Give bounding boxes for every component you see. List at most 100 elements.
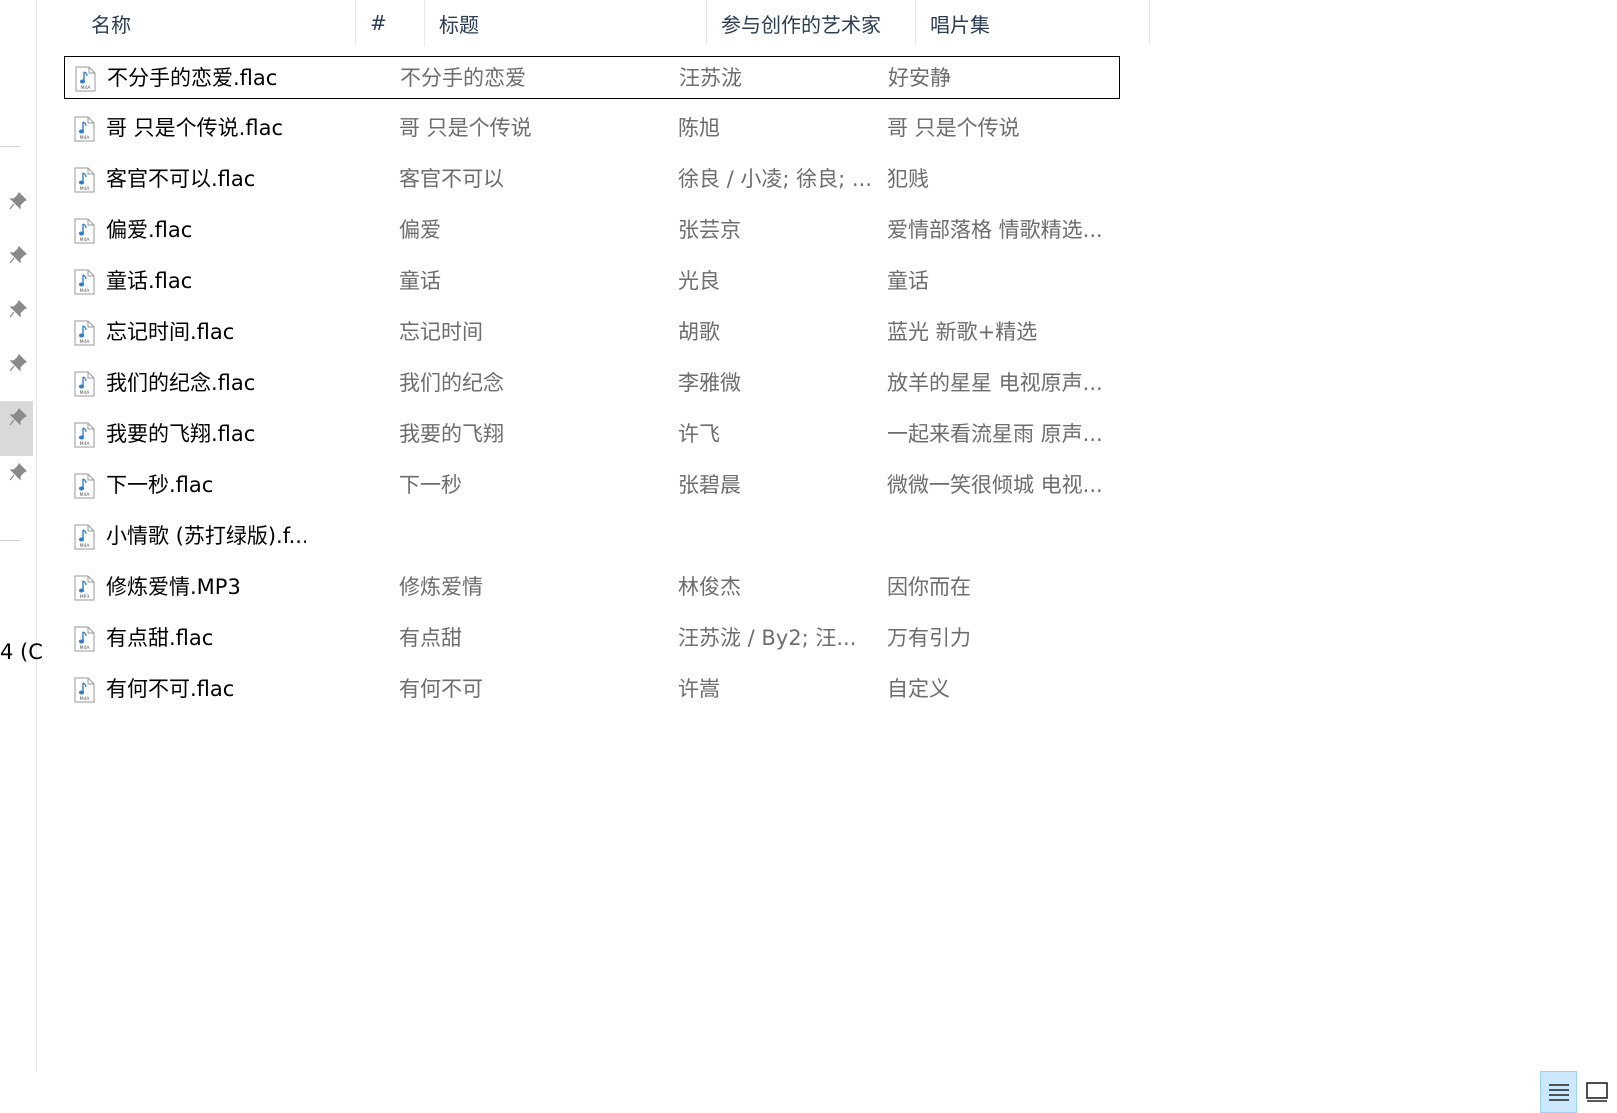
file-album: 蓝光 新歌+精选 (887, 320, 1038, 344)
svg-text:M4A: M4A (80, 492, 91, 498)
file-title (399, 515, 669, 558)
file-album: 因你而在 (887, 575, 971, 599)
file-title: 忘记时间 (399, 320, 483, 344)
file-explorer-window: 4 (C ^ 名称 # 标题 参与创作的艺术家 唱片集 M4A 不分手的恋爱.fl… (0, 0, 1617, 1113)
file-artist: 胡歌 (678, 320, 720, 344)
file-title: 有点甜 (399, 626, 462, 650)
file-name: 小情歌 (苏打绿版).f... (106, 524, 306, 548)
audio-file-icon: M4A (74, 473, 95, 499)
audio-file-icon: M4A (74, 167, 95, 193)
file-name: 客官不可以.flac (106, 167, 256, 191)
file-row[interactable]: M4A 我们的纪念.flac 我们的纪念 李雅微 放羊的星星 电视原声... (64, 362, 1120, 405)
file-title: 客官不可以 (399, 167, 504, 191)
nav-separator (0, 146, 20, 147)
file-name: 下一秒.flac (106, 473, 214, 497)
svg-text:M4A: M4A (80, 339, 91, 345)
file-album: 犯贱 (887, 167, 929, 191)
file-row[interactable]: M4A 偏爱.flac 偏爱 张芸京 爱情部落格 情歌精选... (64, 209, 1120, 252)
audio-file-icon: M4A (75, 66, 96, 92)
large-icons-view-button[interactable] (1578, 1071, 1615, 1113)
audio-file-icon: M4A (74, 524, 95, 550)
file-row[interactable]: M4A 客官不可以.flac 客官不可以 徐良 / 小凌; 徐良; ... 犯贱 (64, 158, 1120, 201)
file-row[interactable]: M4A 童话.flac 童话 光良 童话 (64, 260, 1120, 303)
file-name: 童话.flac (106, 269, 193, 293)
file-album (887, 515, 1117, 558)
column-header-bar: ^ 名称 # 标题 参与创作的艺术家 唱片集 (37, 0, 1150, 46)
file-row[interactable]: M4A 不分手的恋爱.flac 不分手的恋爱 汪苏泷 好安静 (64, 56, 1120, 99)
file-row[interactable]: M4A 哥 只是个传说.flac 哥 只是个传说 陈旭 哥 只是个传说 (64, 107, 1120, 150)
file-title: 我要的飞翔 (399, 422, 504, 446)
file-title: 偏爱 (399, 218, 441, 242)
file-artist: 李雅微 (678, 371, 741, 395)
file-name: 有点甜.flac (106, 626, 214, 650)
details-view-button[interactable] (1540, 1071, 1577, 1113)
column-header-name[interactable]: 名称 (77, 0, 356, 46)
audio-file-icon: M4A (74, 269, 95, 295)
file-album: 童话 (887, 269, 929, 293)
file-row[interactable]: M4A 小情歌 (苏打绿版).f... (64, 515, 1120, 558)
audio-file-icon: M4A (74, 371, 95, 397)
svg-text:M4A: M4A (80, 543, 91, 549)
column-header-title[interactable]: 标题 (425, 0, 707, 46)
audio-file-icon: MP3 (74, 575, 95, 601)
audio-file-icon: M4A (74, 320, 95, 346)
file-title: 不分手的恋爱 (400, 66, 526, 90)
svg-text:M4A: M4A (80, 441, 91, 447)
file-row[interactable]: M4A 有何不可.flac 有何不可 许嵩 自定义 (64, 668, 1120, 711)
file-album: 爱情部落格 情歌精选... (887, 218, 1103, 242)
file-artist: 汪苏泷 (679, 66, 742, 90)
file-name: 修炼爱情.MP3 (106, 575, 241, 599)
svg-text:M4A: M4A (80, 645, 91, 651)
file-name: 不分手的恋爱.flac (107, 66, 278, 90)
nav-separator (0, 540, 20, 541)
file-album: 微微一笑很倾城 电视... (887, 473, 1103, 497)
svg-text:M4A: M4A (80, 390, 91, 396)
column-header-track[interactable]: # (356, 0, 425, 46)
file-album: 放羊的星星 电视原声... (887, 371, 1103, 395)
file-title: 修炼爱情 (399, 575, 483, 599)
file-title: 我们的纪念 (399, 371, 504, 395)
file-artist: 张芸京 (678, 218, 741, 242)
file-name: 我们的纪念.flac (106, 371, 256, 395)
file-name: 我要的飞翔.flac (106, 422, 256, 446)
file-title: 哥 只是个传说 (399, 116, 532, 140)
file-title: 有何不可 (399, 677, 483, 701)
file-title: 童话 (399, 269, 441, 293)
pin-icon[interactable] (6, 243, 30, 267)
audio-file-icon: M4A (74, 677, 95, 703)
file-row[interactable]: M4A 忘记时间.flac 忘记时间 胡歌 蓝光 新歌+精选 (64, 311, 1120, 354)
pin-icon[interactable] (6, 297, 30, 321)
file-row[interactable]: M4A 有点甜.flac 有点甜 汪苏泷 / By2; 汪... 万有引力 (64, 617, 1120, 660)
file-name: 忘记时间.flac (106, 320, 235, 344)
pin-icon[interactable] (6, 460, 30, 484)
file-row[interactable]: MP3 修炼爱情.MP3 修炼爱情 林俊杰 因你而在 (64, 566, 1120, 609)
file-name: 偏爱.flac (106, 218, 193, 242)
audio-file-icon: M4A (74, 116, 95, 142)
svg-text:M4A: M4A (80, 186, 91, 192)
audio-file-icon: M4A (74, 218, 95, 244)
column-header-artists[interactable]: 参与创作的艺术家 (707, 0, 916, 46)
file-title: 下一秒 (399, 473, 462, 497)
pin-icon[interactable] (6, 405, 30, 429)
file-row[interactable]: M4A 我要的飞翔.flac 我要的飞翔 许飞 一起来看流星雨 原声... (64, 413, 1120, 456)
file-name: 有何不可.flac (106, 677, 235, 701)
pin-icon[interactable] (6, 351, 30, 375)
svg-text:MP3: MP3 (80, 594, 90, 600)
file-album: 好安静 (888, 66, 951, 90)
svg-text:M4A: M4A (80, 237, 91, 243)
details-view-icon (1548, 1084, 1569, 1101)
file-artist (678, 515, 878, 558)
svg-text:M4A: M4A (80, 135, 91, 141)
navigation-pane[interactable]: 4 (C (0, 0, 43, 1072)
pin-icon[interactable] (6, 189, 30, 213)
file-row[interactable]: M4A 下一秒.flac 下一秒 张碧晨 微微一笑很倾城 电视... (64, 464, 1120, 507)
file-artist: 张碧晨 (678, 473, 741, 497)
file-name: 哥 只是个传说.flac (106, 116, 283, 140)
nav-drive-label[interactable]: 4 (C (0, 640, 43, 664)
file-artist: 徐良 / 小凌; 徐良; ... (678, 167, 872, 191)
column-header-album[interactable]: 唱片集 (916, 0, 1150, 46)
file-artist: 许飞 (678, 422, 720, 446)
file-artist: 陈旭 (678, 116, 720, 140)
svg-text:M4A: M4A (80, 288, 91, 294)
svg-text:M4A: M4A (81, 85, 92, 91)
